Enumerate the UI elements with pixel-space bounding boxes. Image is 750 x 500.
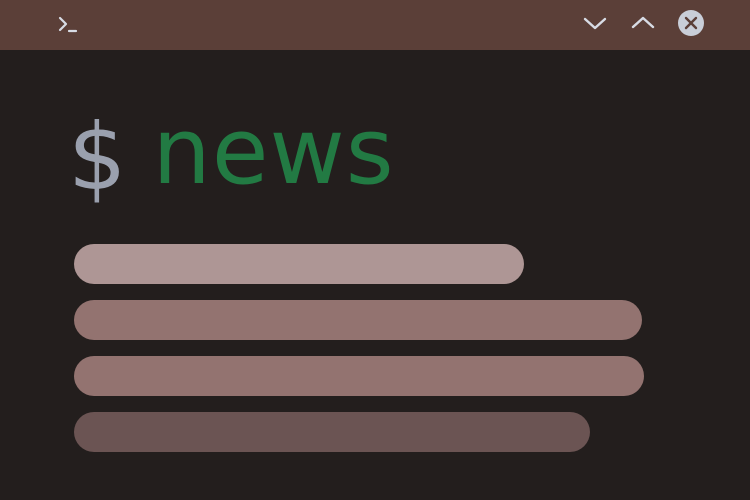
prompt-symbol: $ — [68, 104, 127, 211]
chevron-down-icon — [580, 8, 610, 42]
minimize-button[interactable] — [580, 10, 610, 40]
headline: $ news — [68, 96, 395, 206]
news-line-3 — [74, 356, 644, 396]
title-bar[interactable] — [0, 0, 750, 50]
news-line-2 — [74, 300, 642, 340]
maximize-button[interactable] — [628, 10, 658, 40]
news-line-4 — [74, 412, 590, 452]
terminal-icon — [56, 10, 84, 40]
chevron-up-icon — [628, 8, 658, 42]
close-icon — [676, 8, 706, 42]
terminal-window: $ news — [0, 0, 750, 500]
news-line-1 — [74, 244, 524, 284]
command-text: news — [152, 98, 395, 205]
close-button[interactable] — [676, 10, 706, 40]
